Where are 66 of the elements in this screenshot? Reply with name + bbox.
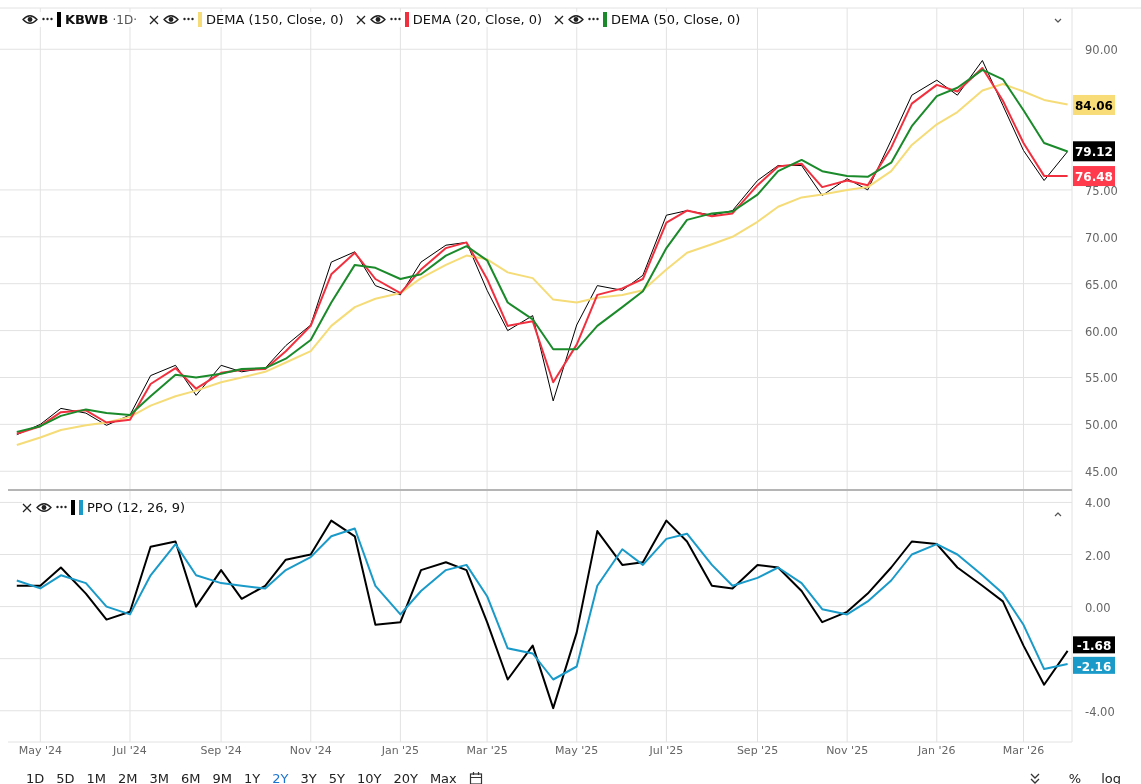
axis-label: 50.00 — [1085, 418, 1118, 433]
close-icon[interactable] — [22, 502, 32, 513]
legend-label[interactable]: DEMA (50, Close, 0) — [611, 12, 741, 27]
range-button[interactable]: 6M — [175, 770, 207, 784]
axis-label: 60.00 — [1085, 324, 1118, 339]
more-icon[interactable] — [42, 16, 53, 23]
date-label: May '24 — [18, 744, 62, 757]
date-label: Jan '26 — [918, 744, 956, 757]
date-label: Sep '24 — [200, 744, 242, 757]
range-button[interactable]: 10Y — [350, 770, 388, 784]
date-label: Jul '24 — [113, 744, 147, 757]
axis-label: 65.00 — [1085, 277, 1118, 292]
collapse-icon[interactable] — [1054, 18, 1062, 23]
eye-icon[interactable] — [163, 14, 180, 25]
price-label: 79.12 — [1073, 141, 1115, 162]
axis-label: 2.00 — [1085, 548, 1111, 563]
legend-label[interactable]: KBWB — [65, 12, 109, 27]
axis-label: 4.00 — [1085, 496, 1111, 511]
date-label: Mar '26 — [1002, 744, 1045, 757]
date-label: Jul '25 — [649, 744, 684, 757]
axis-label: 70.00 — [1085, 230, 1118, 245]
legend-label[interactable]: DEMA (20, Close, 0) — [412, 12, 543, 27]
eye-icon[interactable] — [369, 14, 386, 25]
close-icon[interactable] — [149, 14, 160, 25]
range-button[interactable]: 9M — [206, 770, 239, 784]
date-label: May '25 — [555, 744, 599, 757]
calendar-icon[interactable] — [468, 771, 483, 784]
legend-label[interactable]: DEMA (150, Close, 0) — [206, 12, 344, 27]
double-chevron-icon[interactable] — [1028, 772, 1041, 784]
range-button[interactable]: 2Y — [266, 770, 295, 784]
close-icon[interactable] — [554, 14, 565, 25]
range-button[interactable]: 5D — [50, 770, 81, 784]
range-button[interactable]: 1M — [80, 770, 113, 784]
close-icon[interactable] — [355, 14, 366, 25]
axis-label: 45.00 — [1085, 465, 1118, 480]
interval-label[interactable]: ·1D· — [112, 12, 138, 27]
price-label: 76.48 — [1073, 166, 1115, 187]
value-label: -2.16 — [1073, 656, 1115, 674]
range-button[interactable]: 20Y — [387, 770, 424, 784]
axis-label: 0.00 — [1085, 600, 1111, 615]
range-button[interactable]: 1D — [20, 770, 51, 784]
range-button[interactable]: 3M — [143, 770, 176, 784]
date-label: Jan '25 — [381, 744, 420, 757]
value-label: -1.68 — [1073, 636, 1115, 654]
range-button[interactable]: 3Y — [294, 770, 323, 784]
scale-button[interactable]: % — [1058, 770, 1092, 784]
range-button[interactable]: Max — [423, 770, 463, 784]
range-button[interactable]: 1Y — [238, 770, 267, 784]
price-label: 84.06 — [1073, 94, 1115, 115]
more-icon[interactable] — [389, 16, 401, 23]
more-icon[interactable] — [183, 16, 195, 23]
date-label: Nov '24 — [289, 744, 332, 757]
eye-icon[interactable] — [568, 14, 585, 25]
more-icon[interactable] — [588, 16, 600, 23]
eye-icon[interactable] — [22, 14, 38, 25]
more-icon[interactable] — [56, 504, 67, 511]
date-label: Sep '25 — [736, 744, 779, 757]
range-button[interactable]: 2M — [112, 770, 144, 784]
eye-icon[interactable] — [36, 502, 52, 513]
axis-label: 90.00 — [1085, 43, 1118, 58]
axis-label: 55.00 — [1085, 371, 1118, 386]
date-label: Nov '25 — [826, 744, 869, 757]
range-button[interactable]: 5Y — [322, 770, 351, 784]
axis-label: -4.00 — [1085, 704, 1115, 719]
expand-icon[interactable] — [1054, 512, 1062, 517]
date-label: Mar '25 — [466, 744, 508, 757]
